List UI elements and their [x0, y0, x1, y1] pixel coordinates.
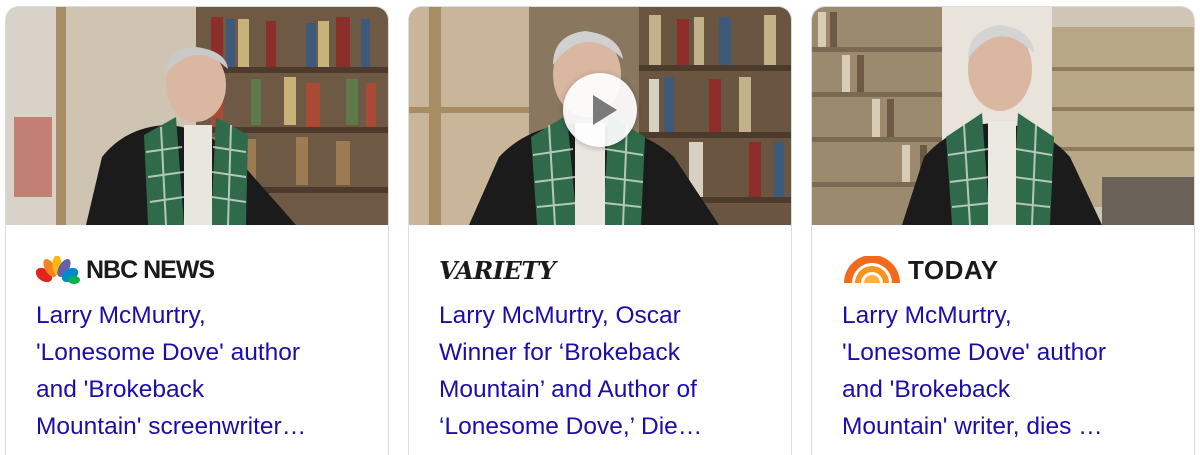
headline-line: 'Lonesome Dove' author — [842, 339, 1107, 366]
article-thumbnail[interactable] — [812, 7, 1194, 225]
top-stories-carousel: NBC NEWS Larry McMurtry, 'Lonesome Dove'… — [0, 0, 1200, 455]
play-video-button[interactable] — [563, 73, 637, 147]
headline-line: Larry McMurtry, — [36, 302, 206, 329]
headline-link[interactable]: Larry McMurtry, 'Lonesome Dove' author a… — [36, 297, 358, 445]
headline-link[interactable]: Larry McMurtry, Oscar Winner for ‘Brokeb… — [439, 297, 761, 445]
article-thumbnail[interactable] — [409, 7, 791, 225]
headline-line: Mountain' screenwriter… — [36, 413, 307, 440]
headline-link[interactable]: Larry McMurtry, 'Lonesome Dove' author a… — [842, 297, 1164, 445]
thumbnail-image — [812, 7, 1194, 225]
publisher-logo: VARIETY — [439, 253, 761, 287]
news-card-today[interactable]: TODAY Larry McMurtry, 'Lonesome Dove' au… — [811, 6, 1195, 455]
headline-line: Larry McMurtry, — [842, 302, 1012, 329]
publisher-name: TODAY — [908, 254, 999, 285]
headline-line: 'Lonesome Dove' author — [36, 339, 301, 366]
headline-line: Mountain' writer, dies … — [842, 413, 1103, 440]
today-sunrise-icon — [844, 256, 900, 283]
thumbnail-image — [6, 7, 388, 225]
headline-line: and 'Brokeback — [842, 376, 1011, 403]
headline-line: and 'Brokeback — [36, 376, 205, 403]
publisher-logo: TODAY — [842, 253, 1164, 287]
headline-line: Mountain’ and Author of — [439, 376, 697, 403]
headline-line: ‘Lonesome Dove,’ Die… — [439, 413, 703, 440]
publisher-name: VARIETY — [439, 255, 556, 285]
article-thumbnail[interactable] — [6, 7, 388, 225]
headline-line: Larry McMurtry, Oscar — [439, 302, 681, 329]
publisher-name: NBC NEWS — [86, 255, 215, 284]
news-card-nbc[interactable]: NBC NEWS Larry McMurtry, 'Lonesome Dove'… — [5, 6, 389, 455]
nbc-peacock-icon — [36, 256, 80, 284]
news-card-variety[interactable]: VARIETY Larry McMurtry, Oscar Winner for… — [408, 6, 792, 455]
publisher-logo: NBC NEWS — [36, 253, 358, 287]
headline-line: Winner for ‘Brokeback — [439, 339, 681, 366]
